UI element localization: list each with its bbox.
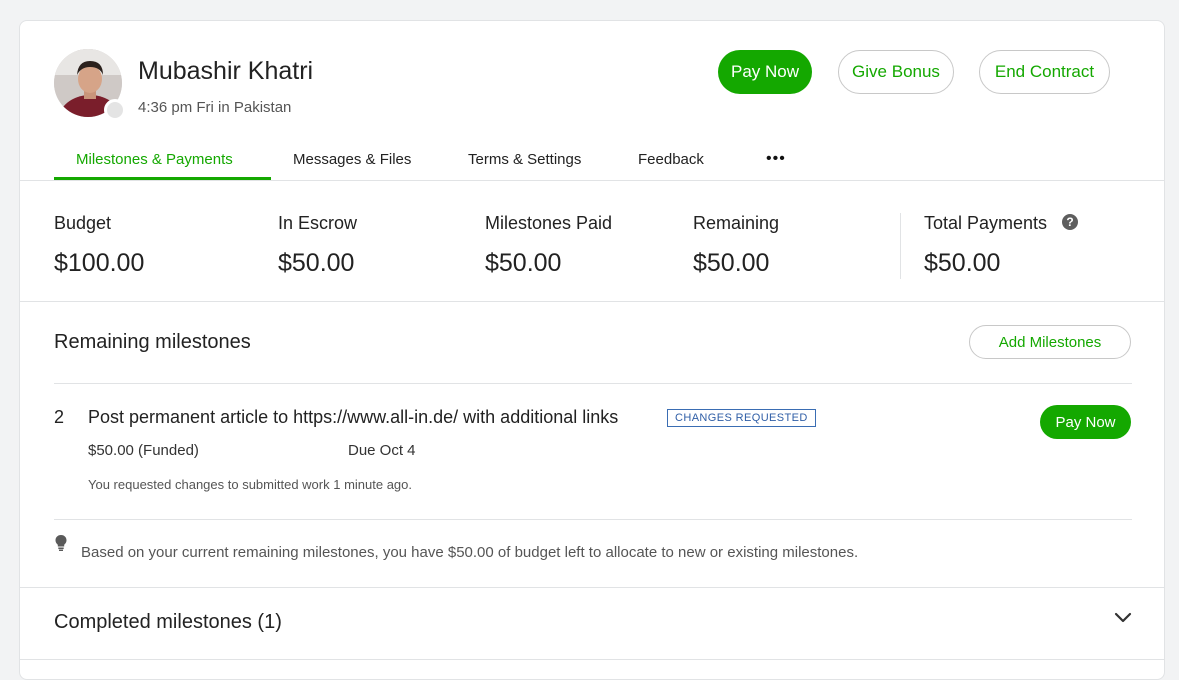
milestone-pay-now-button[interactable]: Pay Now	[1040, 405, 1131, 439]
milestone-title[interactable]: Post permanent article to https://www.al…	[88, 407, 618, 428]
budget-note: Based on your current remaining mileston…	[81, 544, 859, 561]
completed-milestones-title[interactable]: Completed milestones (1)	[54, 611, 282, 634]
stat-total-payments-label: Total Payments	[924, 213, 1048, 233]
stat-milestones-paid-label: Milestones Paid	[485, 213, 613, 233]
remaining-milestones-title: Remaining milestones	[54, 331, 251, 353]
milestone-due-date: Due Oct 4	[348, 442, 416, 459]
milestone-divider	[54, 519, 1132, 520]
chevron-down-icon[interactable]	[1114, 611, 1132, 629]
freelancer-name[interactable]: Mubashir Khatri	[138, 57, 313, 86]
tabs-divider	[20, 180, 1164, 181]
stat-total-payments-value: $50.00	[924, 249, 1001, 277]
end-contract-button[interactable]: End Contract	[979, 50, 1110, 94]
stat-remaining-value: $50.00	[693, 249, 770, 277]
give-bonus-button[interactable]: Give Bonus	[838, 50, 954, 94]
help-icon[interactable]: ?	[1062, 214, 1078, 230]
tab-messages-files[interactable]: Messages & Files	[293, 151, 411, 168]
add-milestones-button[interactable]: Add Milestones	[969, 325, 1131, 359]
stat-escrow-value: $50.00	[278, 249, 355, 277]
milestone-index: 2	[54, 407, 65, 427]
stats-divider	[20, 301, 1164, 302]
stats-separator	[900, 213, 901, 279]
contract-card: Mubashir Khatri 4:36 pm Fri in Pakistan …	[19, 20, 1165, 680]
milestones-header-divider	[54, 383, 1132, 384]
milestone-status-note: You requested changes to submitted work …	[88, 477, 413, 492]
tab-milestones-payments[interactable]: Milestones & Payments	[76, 151, 233, 168]
online-status-dot	[104, 99, 126, 121]
pay-now-button[interactable]: Pay Now	[718, 50, 812, 94]
stat-budget-value: $100.00	[54, 249, 145, 277]
stat-escrow-label: In Escrow	[278, 213, 358, 233]
completed-divider	[20, 587, 1164, 588]
tab-feedback[interactable]: Feedback	[638, 151, 704, 168]
lightbulb-icon	[54, 534, 68, 557]
changes-requested-badge: CHANGES REQUESTED	[667, 409, 816, 427]
local-time: 4:36 pm Fri in Pakistan	[138, 99, 292, 116]
more-options-icon[interactable]: •••	[766, 150, 786, 168]
milestone-amount: $50.00 (Funded)	[88, 442, 199, 459]
stat-remaining-label: Remaining	[693, 213, 780, 233]
tab-terms-settings[interactable]: Terms & Settings	[468, 151, 581, 168]
bottom-divider	[20, 659, 1164, 660]
stat-milestones-paid-value: $50.00	[485, 249, 562, 277]
stat-budget-label: Budget	[54, 213, 112, 233]
